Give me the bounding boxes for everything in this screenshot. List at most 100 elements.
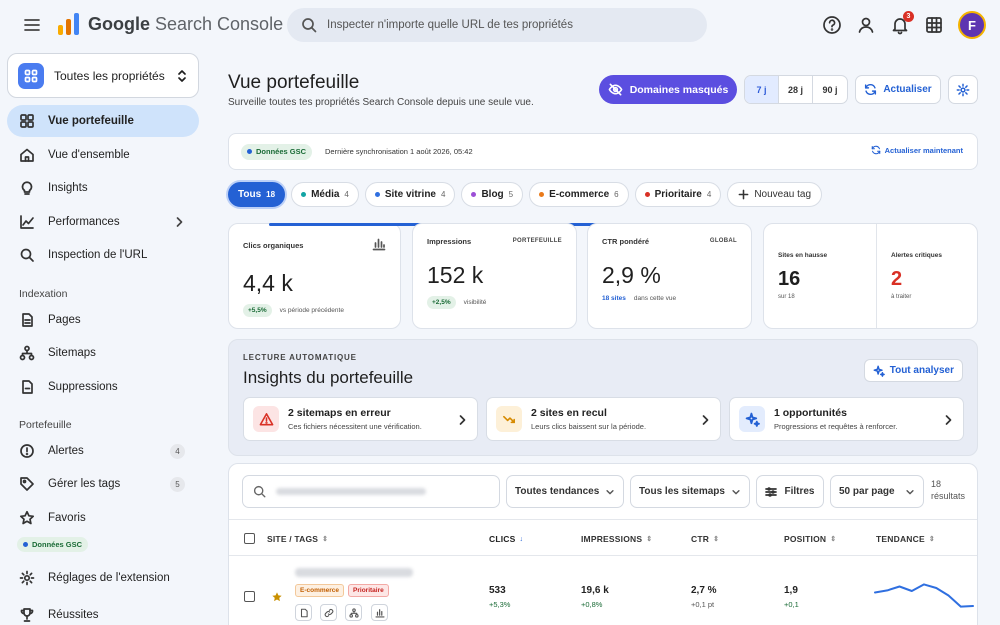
row-tag-e-commerce[interactable]: E-commerce bbox=[295, 584, 345, 597]
tag-label: Média bbox=[311, 189, 340, 200]
rising-sites-stat[interactable]: Sites en hausse 16 sur 18 bbox=[764, 224, 876, 328]
sidebar-item-pages[interactable]: Pages bbox=[7, 304, 199, 336]
sidebar-item-alertes[interactable]: Alertes 4 bbox=[7, 435, 199, 467]
analyze-all-button[interactable]: Tout analyser bbox=[863, 359, 963, 382]
sidebar-item-label: Sitemaps bbox=[48, 347, 96, 359]
column-site-tags[interactable]: SITE / TAGS ⇕ bbox=[267, 534, 328, 544]
sitemap-icon[interactable] bbox=[345, 604, 362, 621]
link-icon[interactable] bbox=[320, 604, 337, 621]
cell-ctr: 2,7 % bbox=[691, 585, 717, 596]
insight-card-opportunities[interactable]: 1 opportunités Progressions et requêtes … bbox=[729, 397, 964, 441]
url-inspection-search[interactable] bbox=[287, 8, 707, 42]
kpi-card-ctr[interactable]: CTR pondéré GLOBAL 2,9 % 18 sites dans ce… bbox=[587, 223, 752, 329]
tag-filter-site-vitrine[interactable]: Site vitrine 4 bbox=[364, 182, 456, 207]
refresh-button[interactable]: Actualiser bbox=[855, 75, 941, 104]
tag-filter-e-commerce[interactable]: E-commerce 6 bbox=[529, 182, 629, 207]
sitemaps-filter-select[interactable]: Tous les sitemaps bbox=[630, 475, 750, 508]
column-tendance[interactable]: TENDANCE ⇕ bbox=[876, 534, 935, 544]
sidebar-item-reussites[interactable]: Réussites bbox=[7, 599, 199, 625]
filters-button[interactable]: Filtres bbox=[756, 475, 824, 508]
tag-filter-blog[interactable]: Blog 5 bbox=[461, 182, 524, 207]
sites-link[interactable]: 18 sites bbox=[602, 295, 626, 302]
masked-domains-button[interactable]: Domaines masqués bbox=[599, 75, 737, 104]
sidebar-item-vue-ensemble[interactable]: Vue d'ensemble bbox=[7, 139, 199, 171]
column-label: CLICS bbox=[489, 534, 516, 544]
sidebar-item-gerer-tags[interactable]: Gérer les tags 5 bbox=[7, 468, 199, 500]
insight-desc: Progressions et requêtes à renforcer. bbox=[774, 422, 898, 431]
kpi-label: Impressions bbox=[427, 237, 472, 246]
notifications-badge: 3 bbox=[903, 11, 914, 22]
kpi-change: 18 sites dans cette vue bbox=[602, 295, 676, 302]
gsc-data-badge-label: Données GSC bbox=[32, 540, 83, 549]
help-icon[interactable] bbox=[822, 15, 842, 35]
sidebar-item-label: Vue portefeuille bbox=[48, 115, 134, 127]
per-page-select[interactable]: 50 par page bbox=[830, 475, 924, 508]
insight-title: 2 sites en recul bbox=[531, 407, 607, 419]
kpi-value: 2,9 % bbox=[602, 262, 661, 288]
cell-position-delta: +0,1 bbox=[784, 600, 799, 609]
new-tag-button[interactable]: Nouveau tag bbox=[727, 182, 823, 207]
results-label: résultats bbox=[931, 491, 966, 501]
tag-filter-prioritaire[interactable]: Prioritaire 4 bbox=[634, 182, 722, 207]
tag-filter-bar: Tous 18 Média 4 Site vitrine 4 Blog 5 E-comm… bbox=[228, 182, 823, 207]
column-ctr[interactable]: CTR ⇕ bbox=[691, 534, 719, 544]
sidebar-item-insights[interactable]: Insights bbox=[7, 172, 199, 204]
tag-filter-tous[interactable]: Tous 18 bbox=[228, 182, 286, 207]
sort-icon: ⇕ bbox=[713, 536, 720, 543]
row-tag-prioritaire[interactable]: Prioritaire bbox=[348, 584, 389, 597]
insight-card-sitemaps-error[interactable]: 2 sitemaps en erreur Ces fichiers nécess… bbox=[243, 397, 478, 441]
chevron-right-icon bbox=[459, 415, 466, 425]
period-28j[interactable]: 28 j bbox=[779, 76, 813, 103]
sidebar-item-sitemaps[interactable]: Sitemaps bbox=[7, 337, 199, 369]
sidebar-item-favoris[interactable]: Favoris bbox=[7, 502, 199, 534]
kpi-card-clics[interactable]: Clics organiques 4,4 k +5,5% vs période p… bbox=[228, 223, 629, 329]
row-tags: E-commerce Prioritaire bbox=[295, 584, 389, 597]
masked-domains-label: Domaines masqués bbox=[629, 83, 729, 96]
star-icon[interactable] bbox=[271, 591, 283, 603]
sidebar-item-vue-portefeuille[interactable]: Vue portefeuille bbox=[7, 105, 199, 137]
page-subtitle: Surveille toutes tes propriétés Search C… bbox=[228, 97, 534, 108]
redacted-placeholder bbox=[276, 488, 426, 495]
select-all-checkbox[interactable] bbox=[244, 533, 255, 544]
apps-grid-icon[interactable] bbox=[924, 15, 944, 35]
row-checkbox[interactable] bbox=[244, 591, 255, 602]
sort-icon: ⇕ bbox=[928, 536, 935, 543]
bar-chart-icon[interactable] bbox=[371, 604, 388, 621]
chevron-right-icon bbox=[702, 415, 709, 425]
status-dot bbox=[247, 149, 252, 154]
kpi-card-impressions[interactable]: Impressions PORTEFEUILLE 152 k +2,5% visi… bbox=[412, 223, 577, 329]
column-position[interactable]: POSITION ⇕ bbox=[784, 534, 836, 544]
settings-button[interactable] bbox=[948, 75, 978, 104]
avatar[interactable]: F bbox=[958, 11, 986, 39]
insight-card-sites-decline[interactable]: 2 sites en recul Leurs clics baissent su… bbox=[486, 397, 721, 441]
sidebar-item-label: Performances bbox=[48, 216, 120, 228]
column-clics[interactable]: CLICS ↓ bbox=[489, 534, 523, 544]
sort-icon: ⇕ bbox=[646, 536, 653, 543]
sidebar-item-inspection-url[interactable]: Inspection de l'URL bbox=[7, 239, 199, 271]
sidebar-item-suppressions[interactable]: Suppressions bbox=[7, 371, 199, 403]
menu-icon[interactable] bbox=[22, 15, 42, 35]
star-icon bbox=[19, 510, 35, 525]
tag-filter-media[interactable]: Média 4 bbox=[291, 182, 359, 207]
alerts-count-badge: 4 bbox=[170, 443, 185, 459]
sidebar-item-performances[interactable]: Performances bbox=[7, 206, 199, 238]
kpi-change: +5,5% vs période précédente bbox=[243, 304, 344, 317]
refresh-now-button[interactable]: Actualiser maintenant bbox=[871, 145, 963, 155]
account-icon[interactable] bbox=[856, 15, 876, 35]
kpi-scope-tag: GLOBAL bbox=[709, 238, 737, 244]
tags-count-badge: 5 bbox=[170, 476, 185, 492]
cell-clics-delta: +5,3% bbox=[489, 600, 511, 609]
pages-icon[interactable] bbox=[295, 604, 312, 621]
period-90j[interactable]: 90 j bbox=[813, 76, 847, 103]
column-impressions[interactable]: IMPRESSIONS ⇕ bbox=[581, 534, 652, 544]
tag-label: Prioritaire bbox=[654, 189, 702, 200]
redacted-site-name bbox=[295, 568, 413, 577]
table-search-input[interactable] bbox=[242, 475, 500, 508]
critical-alerts-stat[interactable]: Alertes critiques 2 à traiter bbox=[877, 224, 989, 328]
sidebar-item-reglages[interactable]: Réglages de l'extension bbox=[7, 562, 199, 594]
column-label: TENDANCE bbox=[876, 534, 925, 544]
period-7j[interactable]: 7 j bbox=[745, 76, 779, 103]
property-selector[interactable]: Toutes les propriétés bbox=[7, 53, 199, 98]
trend-filter-select[interactable]: Toutes tendances bbox=[506, 475, 624, 508]
search-input[interactable] bbox=[327, 19, 687, 31]
